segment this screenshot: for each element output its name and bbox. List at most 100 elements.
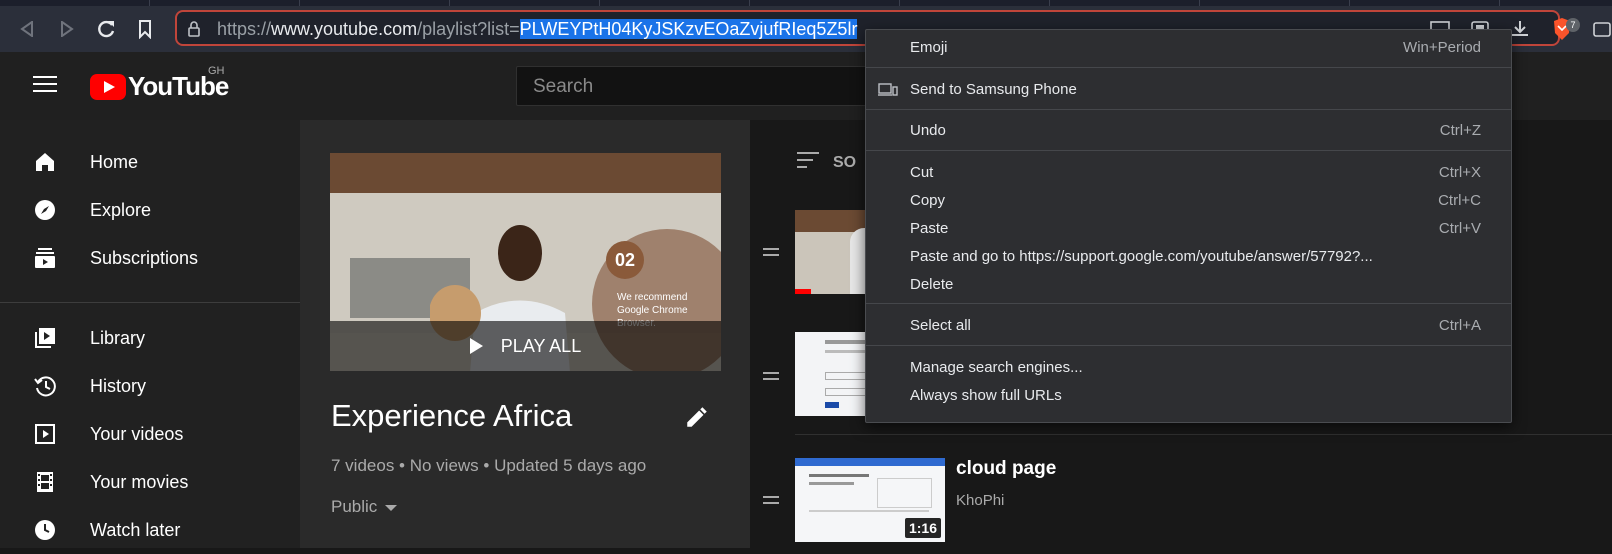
menu-item-cut[interactable]: Cut Ctrl+X: [866, 159, 1511, 187]
menu-item-undo[interactable]: Undo Ctrl+Z: [866, 117, 1511, 145]
menu-item-select-all[interactable]: Select all Ctrl+A: [866, 312, 1511, 340]
menu-item-shortcut: Ctrl+C: [1438, 192, 1481, 209]
menu-item-label: Always show full URLs: [910, 387, 1062, 404]
shields-count-badge: 7: [1566, 18, 1580, 32]
sidebar-item-subscriptions[interactable]: Subscriptions: [0, 234, 300, 282]
menu-item-emoji[interactable]: Emoji Win+Period: [866, 34, 1511, 62]
url-text[interactable]: https://www.youtube.com/playlist?list=PL…: [217, 19, 858, 40]
history-icon: [33, 374, 57, 398]
menu-item-shortcut: Ctrl+X: [1438, 164, 1481, 181]
menu-icon[interactable]: [33, 76, 57, 97]
pencil-edit-icon[interactable]: [684, 404, 710, 430]
drag-handle-icon[interactable]: [763, 248, 779, 260]
playlist-stats: 7 videos • No views • Updated 5 days ago: [331, 456, 647, 475]
menu-item-shortcut: Ctrl+Z: [1439, 122, 1481, 139]
menu-item-paste[interactable]: Paste Ctrl+V: [866, 215, 1511, 243]
menu-item-manage-search-engines[interactable]: Manage search engines...: [866, 354, 1511, 382]
menu-item-label: Copy: [910, 192, 946, 209]
thumbnail-text-line: [809, 482, 854, 485]
sidebar-item-label: Your videos: [90, 423, 184, 444]
menu-item-shortcut: Win+Period: [1403, 39, 1481, 56]
menu-separator: [866, 109, 1511, 110]
menu-item-always-show-full-urls[interactable]: Always show full URLs: [866, 382, 1511, 410]
bookmark-button[interactable]: [134, 18, 156, 40]
sidebar-item-label: Library: [90, 327, 146, 348]
subscriptions-icon: [33, 246, 57, 270]
sidebar-item-your-videos[interactable]: Your videos: [0, 410, 300, 458]
thumbnail-submit-button: [825, 402, 839, 408]
menu-item-label: Paste: [910, 220, 949, 237]
sidebar-divider: [0, 302, 300, 303]
home-icon: [33, 150, 57, 174]
video-duration: 1:16: [904, 518, 941, 538]
wallet-icon[interactable]: [1592, 20, 1612, 38]
sidebar-item-library[interactable]: Library: [0, 314, 300, 362]
reload-icon: [98, 20, 115, 38]
reload-button[interactable]: [95, 18, 117, 40]
sort-button[interactable]: SO: [797, 152, 856, 173]
menu-item-label: Undo: [910, 122, 946, 139]
sort-label: SO: [833, 153, 857, 171]
url-selected-text: PLWEYPtH04KyJSKzvEOaZvjufRIeq5Z5lr: [519, 19, 858, 39]
video-title[interactable]: cloud page: [956, 458, 1056, 480]
sidebar-item-label: Your movies: [90, 471, 189, 492]
menu-separator: [866, 150, 1511, 151]
video-thumbnail[interactable]: 1:16: [795, 458, 945, 542]
thumbnail-ceiling: [330, 153, 721, 193]
sidebar-item-explore[interactable]: Explore: [0, 186, 300, 234]
thumbnail-card: [877, 478, 932, 508]
menu-item-copy[interactable]: Copy Ctrl+C: [866, 187, 1511, 215]
menu-item-label: Paste and go to https://support.google.c…: [910, 248, 1373, 265]
sidebar-item-label: Explore: [90, 199, 152, 220]
your-videos-icon: [33, 422, 57, 446]
back-button[interactable]: [16, 18, 38, 40]
back-arrow-icon: [20, 21, 33, 37]
url-host: www.youtube.com: [271, 19, 418, 39]
context-menu: Emoji Win+Period Send to Samsung Phone U…: [865, 29, 1512, 423]
search-input[interactable]: Search: [516, 66, 876, 106]
menu-item-label: Cut: [910, 164, 934, 181]
lock-icon: [188, 21, 200, 37]
menu-item-label: Emoji: [910, 39, 948, 56]
library-icon: [33, 326, 57, 350]
thumbnail-number: 02: [606, 241, 644, 279]
country-code: GH: [208, 65, 225, 77]
sidebar-item-watch-later[interactable]: Watch later: [0, 506, 300, 554]
youtube-logo[interactable]: YouTube GH: [90, 65, 229, 102]
search-placeholder: Search: [533, 76, 594, 97]
row-divider: [795, 434, 1612, 435]
sidebar-item-history[interactable]: History: [0, 362, 300, 410]
menu-item-label: Select all: [910, 317, 971, 334]
film-icon: [33, 470, 57, 494]
forward-arrow-icon: [61, 21, 74, 37]
privacy-dropdown[interactable]: Public: [331, 497, 398, 517]
menu-item-send-to-samsung-phone[interactable]: Send to Samsung Phone: [866, 76, 1511, 104]
sidebar-item-your-movies[interactable]: Your movies: [0, 458, 300, 506]
play-all-button[interactable]: PLAY ALL: [330, 321, 721, 371]
video-channel[interactable]: KhoPhi: [956, 492, 1004, 509]
sidebar-item-label: History: [90, 375, 147, 396]
bookmark-icon: [139, 20, 151, 39]
sidebar-item-home[interactable]: Home: [0, 138, 300, 186]
playlist-thumbnail[interactable]: 02 We recommend Google Chrome Browser. P…: [330, 153, 721, 371]
sidebar-item-label: Subscriptions: [90, 247, 199, 268]
play-all-label: PLAY ALL: [500, 335, 582, 356]
drag-handle-icon[interactable]: [763, 372, 779, 384]
privacy-label: Public: [331, 497, 378, 516]
drag-handle-icon[interactable]: [763, 496, 779, 508]
download-icon[interactable]: [1510, 20, 1530, 38]
menu-item-label: Delete: [910, 276, 954, 293]
url-prefix: https://: [217, 19, 272, 39]
clock-icon: [33, 518, 57, 542]
menu-separator: [866, 303, 1511, 304]
sort-icon: [797, 152, 819, 173]
menu-item-paste-and-go[interactable]: Paste and go to https://support.google.c…: [866, 243, 1511, 271]
playlist-title: Experience Africa: [331, 398, 573, 433]
menu-item-delete[interactable]: Delete: [866, 271, 1511, 299]
play-icon: [469, 338, 483, 354]
thumbnail-divider: [809, 510, 929, 512]
forward-button[interactable]: [56, 18, 78, 40]
menu-item-label: Manage search engines...: [910, 359, 1083, 376]
brave-shields-button[interactable]: 7: [1552, 18, 1580, 42]
thumbnail-text-line: [809, 474, 869, 477]
